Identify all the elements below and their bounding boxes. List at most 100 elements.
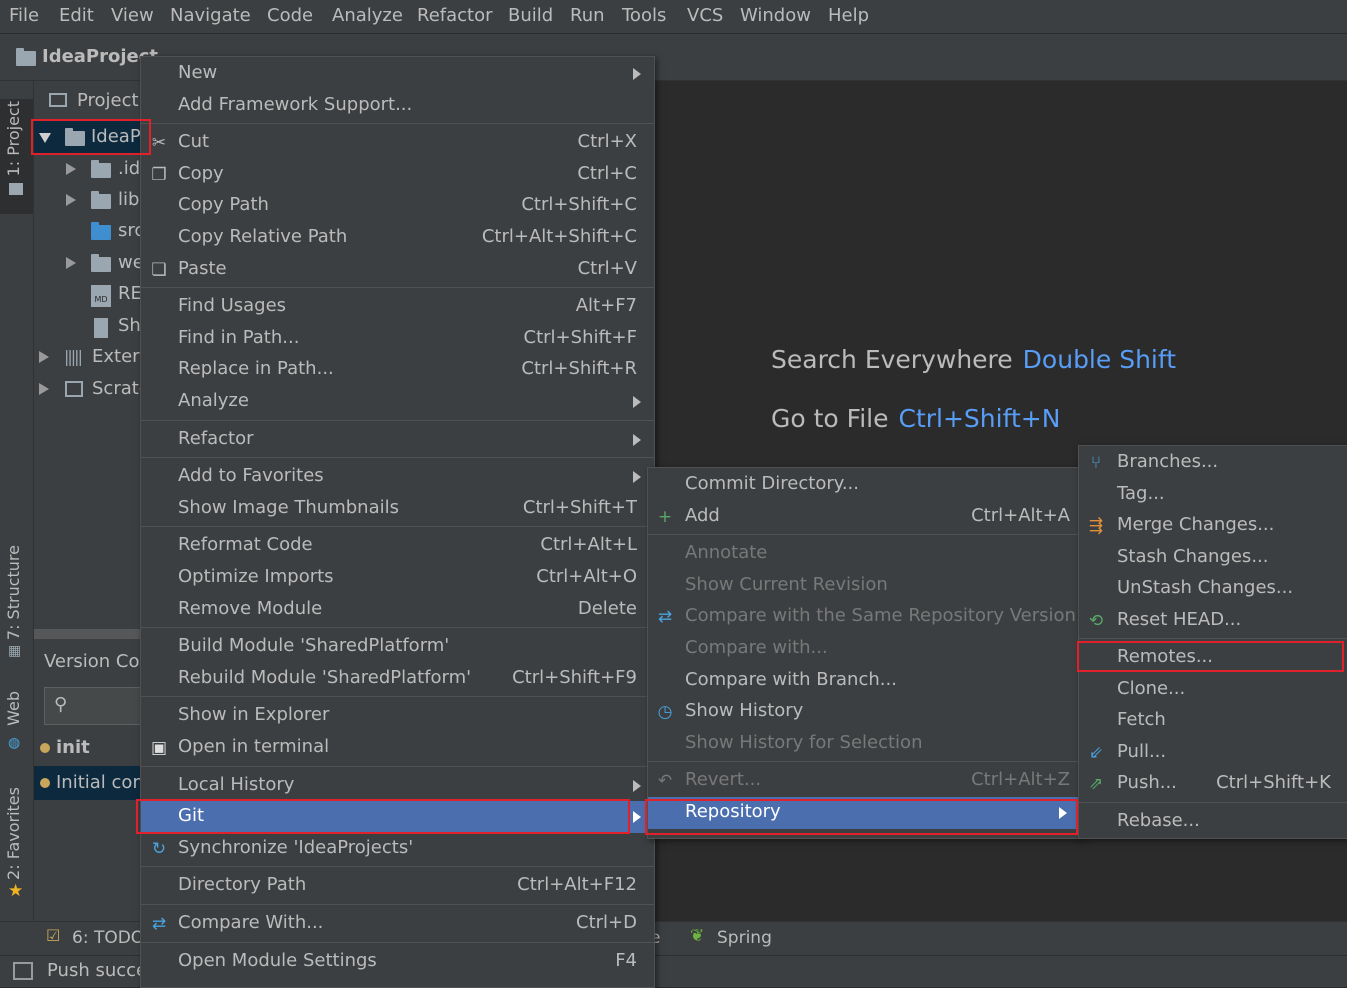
menu-item-add[interactable]: + Add Ctrl+Alt+A xyxy=(648,501,1080,533)
web-icon: ◍ xyxy=(8,735,21,751)
commit-dot-icon xyxy=(40,778,50,788)
menu-item-build-module-sharedplatform[interactable]: Build Module 'SharedPlatform' xyxy=(141,631,654,663)
log-search-input[interactable]: ⚲ xyxy=(44,687,144,725)
menu-item-rebuild-module-sharedplatform[interactable]: Rebuild Module 'SharedPlatform' Ctrl+Shif… xyxy=(141,663,654,695)
menu-item-optimize-imports[interactable]: Optimize Imports Ctrl+Alt+O xyxy=(141,562,654,594)
favorites-tool-tab[interactable]: 2: Favorites xyxy=(4,787,23,880)
menu-item-copy[interactable]: ❐ Copy Ctrl+C xyxy=(141,159,654,191)
commit-message: Initial com xyxy=(56,772,150,793)
menu-item-open-in-terminal[interactable]: ▣ Open in terminal xyxy=(141,732,654,764)
menu-help[interactable]: Help xyxy=(828,5,869,26)
menu-code[interactable]: Code xyxy=(267,5,313,26)
tree-item-idea[interactable]: .id xyxy=(118,158,140,179)
menu-item-commit-directory[interactable]: Commit Directory... xyxy=(648,469,1080,501)
menu-item-label: Compare with Branch... xyxy=(685,668,897,690)
menu-item-copy-relative-path[interactable]: Copy Relative Path Ctrl+Alt+Shift+C xyxy=(141,222,654,254)
menu-item-new[interactable]: New xyxy=(141,58,654,90)
menu-item-add-to-favorites[interactable]: Add to Favorites xyxy=(141,461,654,493)
submenu-arrow-icon xyxy=(633,471,641,484)
menu-item-find-in-path[interactable]: Find in Path... Ctrl+Shift+F xyxy=(141,323,654,355)
version-control-title[interactable]: Version Con xyxy=(44,651,151,672)
menu-navigate[interactable]: Navigate xyxy=(170,5,251,26)
menu-item-show-image-thumbnails[interactable]: Show Image Thumbnails Ctrl+Shift+T xyxy=(141,493,654,525)
hint-label: Go to File xyxy=(771,404,889,433)
spring-icon: ❦ xyxy=(690,926,705,946)
menu-run[interactable]: Run xyxy=(570,5,605,26)
menu-item-label: Add to Favorites xyxy=(178,465,324,487)
collapse-arrow-icon[interactable] xyxy=(39,351,49,363)
panel-splitter[interactable] xyxy=(34,629,144,639)
menu-item-cut[interactable]: ✂ Cut Ctrl+X xyxy=(141,127,654,159)
menu-item-shortcut: Ctrl+Shift+R xyxy=(521,358,637,380)
menu-item-clone[interactable]: Clone... xyxy=(1079,674,1347,706)
compare-icon: ⇄ xyxy=(657,607,673,628)
menu-item-add-framework-support[interactable]: Add Framework Support... xyxy=(141,90,654,122)
menu-edit[interactable]: Edit xyxy=(59,5,94,26)
menu-refactor[interactable]: Refactor xyxy=(417,5,493,26)
menu-item-paste[interactable]: ❏ Paste Ctrl+V xyxy=(141,254,654,286)
branch-icon: ⑂ xyxy=(1090,453,1102,473)
menu-item-refactor[interactable]: Refactor xyxy=(141,424,654,456)
menu-analyze[interactable]: Analyze xyxy=(332,5,403,26)
menu-item-rebase[interactable]: Rebase... xyxy=(1079,806,1347,838)
menu-window[interactable]: Window xyxy=(740,5,811,26)
menu-item-show-history[interactable]: ◷ Show History xyxy=(648,696,1080,728)
terminal-icon: ▣ xyxy=(150,738,168,758)
menu-item-find-usages[interactable]: Find Usages Alt+F7 xyxy=(141,291,654,323)
menu-item-remove-module[interactable]: Remove Module Delete xyxy=(141,594,654,626)
structure-tool-tab[interactable]: 7: Structure xyxy=(4,545,23,640)
menu-vcs[interactable]: VCS xyxy=(687,5,723,26)
merge-icon: ⇶ xyxy=(1088,516,1104,536)
menu-item-replace-in-path[interactable]: Replace in Path... Ctrl+Shift+R xyxy=(141,354,654,386)
menu-item-label: Show Current Revision xyxy=(685,573,888,595)
status-toggle-icon[interactable] xyxy=(13,962,33,980)
file-icon xyxy=(94,318,108,338)
menu-item-unstash-changes[interactable]: UnStash Changes... xyxy=(1079,573,1347,605)
menu-item-reformat-code[interactable]: Reformat Code Ctrl+Alt+L xyxy=(141,530,654,562)
commit-row[interactable]: Initial com xyxy=(34,766,150,800)
web-tool-tab[interactable]: Web xyxy=(4,691,23,726)
tree-item-sh[interactable]: Sh xyxy=(118,315,141,336)
menu-item-merge-changes[interactable]: ⇶ Merge Changes... xyxy=(1079,510,1347,542)
project-tab-icon xyxy=(9,183,23,195)
menu-item-label: Fetch xyxy=(1117,709,1166,730)
menu-item-copy-path[interactable]: Copy Path Ctrl+Shift+C xyxy=(141,190,654,222)
branch-label[interactable]: init xyxy=(56,737,90,758)
collapse-arrow-icon[interactable] xyxy=(66,194,76,206)
spring-tool-tab[interactable]: Spring xyxy=(717,928,772,948)
menu-view[interactable]: View xyxy=(111,5,154,26)
menu-item-branches[interactable]: ⑂ Branches... xyxy=(1079,447,1347,479)
collapse-arrow-icon[interactable] xyxy=(66,257,76,269)
status-message: Push succe xyxy=(47,960,148,981)
menu-item-analyze[interactable]: Analyze xyxy=(141,386,654,418)
project-panel-title[interactable]: Project xyxy=(77,90,139,111)
menu-item-reset-head[interactable]: ⟲ Reset HEAD... xyxy=(1079,605,1347,637)
menu-item-push[interactable]: ⇗ Push... Ctrl+Shift+K xyxy=(1079,768,1347,800)
menu-item-tag[interactable]: Tag... xyxy=(1079,479,1347,511)
menu-item-stash-changes[interactable]: Stash Changes... xyxy=(1079,542,1347,574)
web-folder-icon xyxy=(91,254,111,272)
project-tool-tab[interactable]: 1: Project xyxy=(4,101,23,176)
collapse-arrow-icon[interactable] xyxy=(39,383,49,395)
go-to-file-hint: Go to File Ctrl+Shift+N xyxy=(771,404,1060,433)
menu-item-compare-with[interactable]: ⇄ Compare With... Ctrl+D xyxy=(141,908,654,940)
todo-tool-tab[interactable]: 6: TODO xyxy=(72,928,144,948)
menu-item-local-history[interactable]: Local History xyxy=(141,770,654,802)
collapse-arrow-icon[interactable] xyxy=(66,163,76,175)
menu-item-shortcut: Alt+F7 xyxy=(575,295,637,317)
menu-file[interactable]: File xyxy=(9,5,39,26)
menu-item-show-in-explorer[interactable]: Show in Explorer xyxy=(141,700,654,732)
menu-build[interactable]: Build xyxy=(508,5,553,26)
tree-item-readme[interactable]: RE xyxy=(118,283,142,304)
menu-item-directory-path[interactable]: Directory Path Ctrl+Alt+F12 xyxy=(141,870,654,902)
menu-item-fetch[interactable]: Fetch xyxy=(1079,705,1347,737)
menu-item-compare-with-branch[interactable]: Compare with Branch... xyxy=(648,665,1080,697)
menu-item-shortcut: Ctrl+Shift+F xyxy=(523,326,637,348)
menu-item-synchronize-ideaprojects[interactable]: ↻ Synchronize 'IdeaProjects' xyxy=(141,833,654,865)
menu-separator xyxy=(141,696,654,698)
menu-item-pull[interactable]: ⇙ Pull... xyxy=(1079,737,1347,769)
menu-item-open-module-settings[interactable]: Open Module Settings F4 xyxy=(141,946,654,978)
menu-tools[interactable]: Tools xyxy=(622,5,666,26)
tree-item-lib[interactable]: lib xyxy=(118,189,139,210)
menu-item-shortcut: Ctrl+C xyxy=(577,162,637,184)
